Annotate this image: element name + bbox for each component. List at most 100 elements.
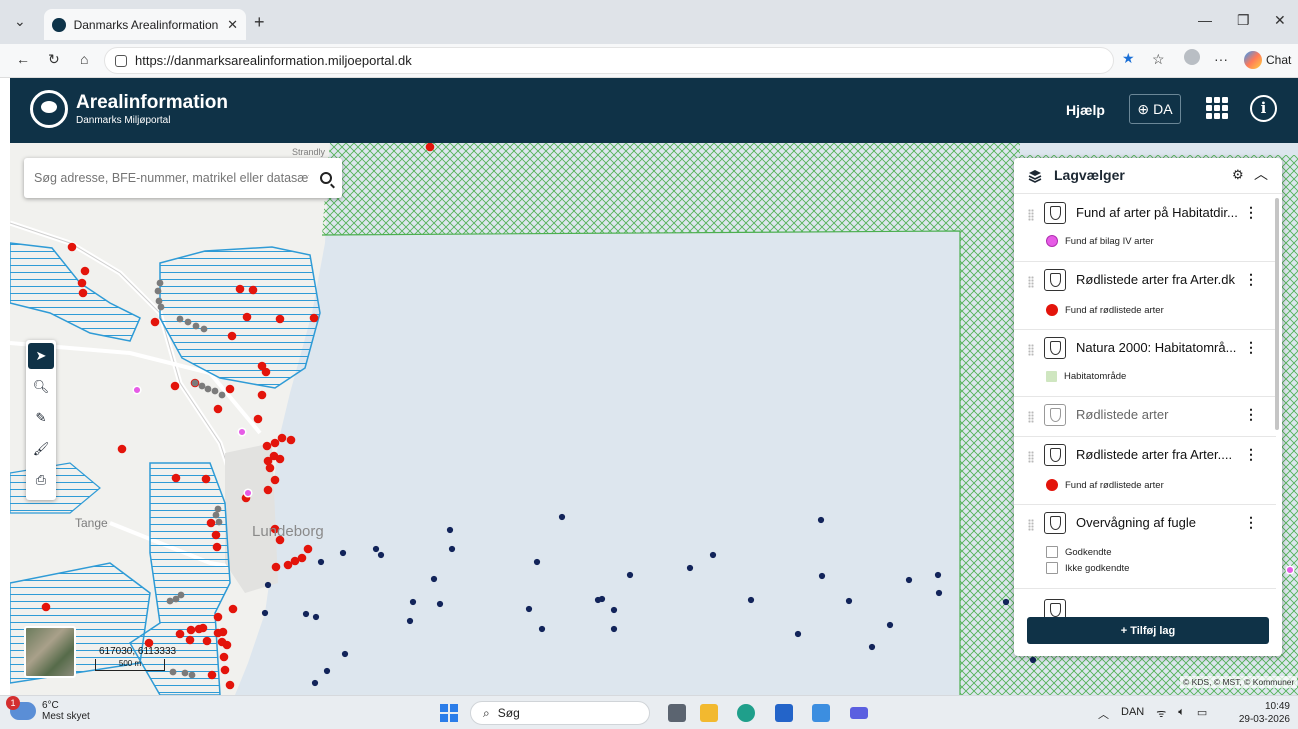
red-list-point[interactable] <box>78 288 88 298</box>
bird-observation-point[interactable] <box>372 545 380 553</box>
layer-panel-scrollbar[interactable] <box>1275 198 1279 430</box>
grey-point[interactable] <box>191 379 199 387</box>
measure-tool-icon[interactable]: ✎ <box>28 405 54 431</box>
red-list-point[interactable] <box>202 636 212 646</box>
red-list-point[interactable] <box>212 542 222 552</box>
grey-point[interactable] <box>172 595 180 603</box>
close-tab-icon[interactable]: ✕ <box>227 17 238 33</box>
red-list-point[interactable] <box>117 444 127 454</box>
new-tab-button[interactable]: + <box>254 12 265 33</box>
red-list-point[interactable] <box>213 628 223 638</box>
red-list-point[interactable] <box>219 652 229 662</box>
layer-options-icon[interactable]: ⋮ <box>1244 204 1258 221</box>
red-list-point[interactable] <box>186 625 196 635</box>
red-list-point[interactable] <box>170 381 180 391</box>
red-list-point[interactable] <box>253 414 263 424</box>
red-list-point[interactable] <box>275 314 285 324</box>
minimize-icon[interactable]: — <box>1198 12 1212 28</box>
grey-point[interactable] <box>192 322 200 330</box>
file-explorer-icon[interactable] <box>700 704 718 722</box>
red-list-point[interactable] <box>150 317 160 327</box>
layer-item[interactable]: Rødlistede arter fra Arter.... ⋮ Fund af… <box>1014 437 1276 505</box>
restore-icon[interactable]: ❐ <box>1237 12 1250 29</box>
bird-observation-point[interactable] <box>886 621 894 629</box>
legend-checkbox[interactable] <box>1046 562 1058 574</box>
bird-observation-point[interactable] <box>430 575 438 583</box>
grey-point[interactable] <box>212 511 220 519</box>
bird-observation-point[interactable] <box>341 650 349 658</box>
bird-observation-point[interactable] <box>317 558 325 566</box>
map-search-box[interactable] <box>24 158 342 198</box>
bird-observation-point[interactable] <box>747 596 755 604</box>
layer-item[interactable]: Natura 2000: Habitatområ... ⋮ Habitatomr… <box>1014 330 1276 397</box>
bird-observation-point[interactable] <box>845 597 853 605</box>
apps-grid-icon[interactable] <box>1206 97 1228 119</box>
grey-point[interactable] <box>181 669 189 677</box>
red-list-point[interactable] <box>303 544 313 554</box>
grey-point[interactable] <box>200 325 208 333</box>
info-icon[interactable]: i <box>1250 95 1277 122</box>
mail-icon[interactable] <box>775 704 793 722</box>
layer-item[interactable]: Rødlistede arter fra Arter.dk ⋮ Fund af … <box>1014 262 1276 330</box>
volume-icon[interactable]: 🔈︎ <box>1178 706 1185 722</box>
grey-point[interactable] <box>184 318 192 326</box>
drag-handle-icon[interactable] <box>1028 519 1034 531</box>
drag-handle-icon[interactable] <box>1028 344 1034 356</box>
more-menu-icon[interactable]: ··· <box>1214 51 1228 67</box>
bird-observation-point[interactable] <box>610 625 618 633</box>
layer-options-icon[interactable]: ⋮ <box>1244 406 1258 423</box>
browser-tab[interactable]: Danmarks Arealinformation - en d ✕ <box>44 9 246 40</box>
legend-checkbox[interactable] <box>1046 546 1058 558</box>
bird-observation-point[interactable] <box>818 572 826 580</box>
bird-observation-point[interactable] <box>446 526 454 534</box>
add-layer-button[interactable]: + Tilføj lag <box>1027 617 1269 644</box>
grey-point[interactable] <box>204 385 212 393</box>
red-list-point[interactable] <box>262 441 272 451</box>
help-link[interactable]: Hjælp <box>1066 102 1105 118</box>
red-list-point[interactable] <box>206 518 216 528</box>
favorites-list-icon[interactable]: ☆ <box>1152 51 1165 68</box>
red-list-point[interactable] <box>257 390 267 400</box>
grey-point[interactable] <box>218 391 226 399</box>
grey-point[interactable] <box>215 518 223 526</box>
bird-observation-point[interactable] <box>538 625 546 633</box>
bird-observation-point[interactable] <box>323 667 331 675</box>
copilot-chat-button[interactable]: Chat <box>1244 49 1291 71</box>
bird-observation-point[interactable] <box>312 613 320 621</box>
layer-item[interactable]: Overvågning af fugle ⋮ Godkendte Ikke go… <box>1014 505 1276 589</box>
bird-observation-point[interactable] <box>261 609 269 617</box>
bird-observation-point[interactable] <box>436 600 444 608</box>
bird-observation-point[interactable] <box>935 589 943 597</box>
bird-observation-point[interactable] <box>686 564 694 572</box>
store-icon[interactable] <box>812 704 830 722</box>
battery-icon[interactable]: ▭ <box>1197 706 1207 722</box>
red-list-point[interactable] <box>271 562 281 572</box>
bird-observation-point[interactable] <box>594 596 602 604</box>
grey-point[interactable] <box>211 387 219 395</box>
select-tool-icon[interactable]: ➤ <box>28 343 54 369</box>
windows-start-icon[interactable] <box>440 704 458 722</box>
bird-observation-point[interactable] <box>626 571 634 579</box>
miljoeportal-logo-icon[interactable] <box>30 90 68 128</box>
close-window-icon[interactable]: ✕ <box>1274 12 1286 29</box>
layer-options-icon[interactable]: ⋮ <box>1244 446 1258 463</box>
task-view-icon[interactable] <box>668 704 686 722</box>
draw-tool-icon[interactable]: 🖌︎ <box>28 436 54 462</box>
red-list-point[interactable] <box>213 612 223 622</box>
basemap-switcher[interactable] <box>24 626 76 678</box>
red-list-point[interactable] <box>261 367 271 377</box>
home-icon[interactable]: ⌂ <box>80 51 88 67</box>
red-list-point[interactable] <box>171 473 181 483</box>
red-list-point[interactable] <box>242 312 252 322</box>
grey-point[interactable] <box>214 505 222 513</box>
red-list-point[interactable] <box>227 331 237 341</box>
drag-handle-icon[interactable] <box>1028 411 1034 423</box>
refresh-icon[interactable]: ↻ <box>48 51 60 68</box>
bird-observation-point[interactable] <box>1002 598 1010 606</box>
layer-options-icon[interactable]: ⋮ <box>1244 339 1258 356</box>
bird-observation-point[interactable] <box>905 576 913 584</box>
bird-observation-point[interactable] <box>610 606 618 614</box>
grey-point[interactable] <box>198 382 206 390</box>
search-input[interactable] <box>34 171 309 185</box>
layer-options-icon[interactable]: ⋮ <box>1244 514 1258 531</box>
